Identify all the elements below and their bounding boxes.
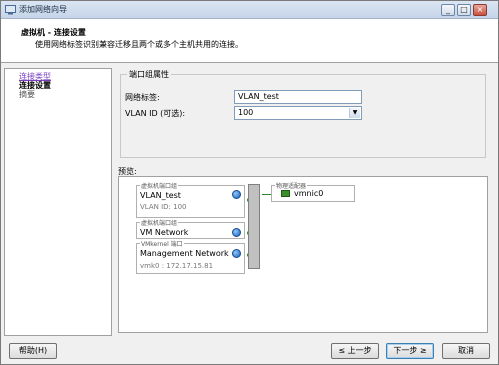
globe-icon [232,190,241,199]
vlan-id-select[interactable]: 100 ▼ [234,106,362,120]
network-label-label: 网络标签: [125,93,160,102]
page-title: 虚拟机 - 连接设置 [21,28,86,37]
back-button[interactable]: ≤ 上一步 [331,343,379,359]
chevron-down-icon[interactable]: ▼ [349,108,360,118]
portgroup-management: VMkernel 端口 Management Network vmk0 : 17… [136,239,251,274]
page-subtitle: 使用网络标签识别兼容迁移且两个或多个主机共用的连接。 [35,40,243,49]
close-button[interactable]: × [473,4,487,16]
group-legend: 端口组属性 [127,69,171,80]
portgroup-caption: 虚拟机端口组 [140,218,179,227]
portgroup-sub: vmk0 : 172.17.15.81 [140,262,214,270]
wizard-header: 虚拟机 - 连接设置 使用网络标签识别兼容迁移且两个或多个主机共用的连接。 [1,19,498,63]
network-label-input[interactable]: VLAN_test [234,90,362,104]
main-panel: 端口组属性 网络标签: VLAN_test VLAN ID (可选): 100 … [116,68,495,336]
portgroup-vlan-test: 虚拟机端口组 VLAN_test VLAN ID: 100 [136,181,251,218]
uplink-line [262,194,271,195]
adapter-name: vmnic0 [294,189,324,198]
virtual-switch [248,184,260,269]
maximize-button[interactable]: □ [457,4,471,16]
wizard-steps: 连接类型 连接设置 摘要 [4,68,112,336]
portgroup-name: VM Network [140,228,189,237]
network-preview: 虚拟机端口组 VLAN_test VLAN ID: 100 虚拟机端口组 VM … [118,176,488,333]
vlan-id-label: VLAN ID (可选): [125,109,186,118]
cancel-button[interactable]: 取消 [442,343,490,359]
next-button[interactable]: 下一步 ≥ [386,343,434,359]
port-group-properties: 端口组属性 网络标签: VLAN_test VLAN ID (可选): 100 … [120,69,486,158]
vlan-id-value: 100 [238,108,254,117]
help-button[interactable]: 帮助(H) [9,343,57,359]
portgroup-name: Management Network [140,249,229,258]
title-bar: 添加网络向导 _ □ × [1,1,498,19]
network-wizard-icon [5,5,16,15]
window-title: 添加网络向导 [19,5,67,14]
portgroup-caption: 虚拟机端口组 [140,181,179,190]
minimize-button[interactable]: _ [441,4,455,16]
globe-icon [232,228,241,237]
globe-icon [232,249,241,258]
step-summary: 摘要 [19,90,35,99]
wizard-window: 添加网络向导 _ □ × 虚拟机 - 连接设置 使用网络标签识别兼容迁移且两个或… [0,0,499,365]
physical-adapter: 物理适配器 vmnic0 [271,181,355,202]
portgroup-sub: VLAN ID: 100 [140,203,187,211]
portgroup-vm-network: 虚拟机端口组 VM Network [136,218,251,239]
portgroup-caption: VMkernel 端口 [140,239,184,248]
nic-icon [281,190,290,197]
portgroup-name: VLAN_test [140,191,181,200]
